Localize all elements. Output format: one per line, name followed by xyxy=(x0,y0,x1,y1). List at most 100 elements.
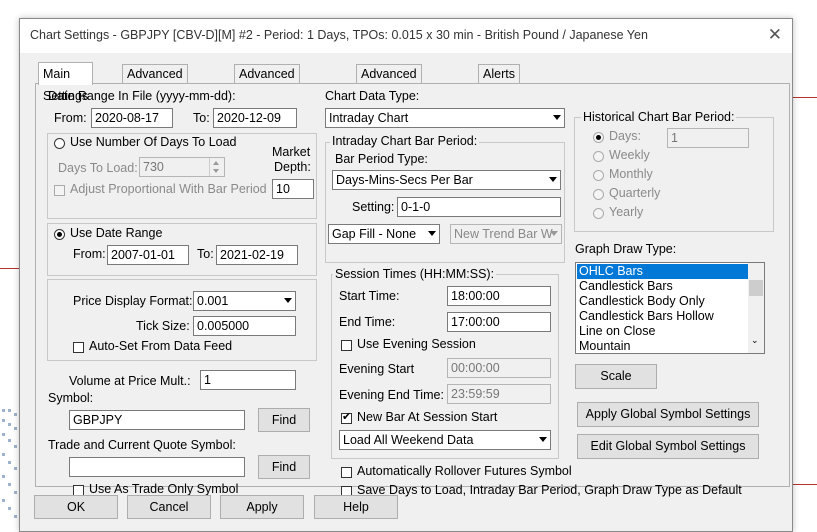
graph-draw-item-candlestick-hollow[interactable]: Candlestick Bars Hollow xyxy=(577,309,751,324)
historical-weekly-radio[interactable] xyxy=(593,151,604,162)
scale-button[interactable]: Scale xyxy=(575,364,657,389)
close-icon[interactable]: ✕ xyxy=(768,25,782,45)
ok-button[interactable]: OK xyxy=(34,495,118,519)
market-depth-label: Market xyxy=(272,145,311,159)
cancel-button[interactable]: Cancel xyxy=(127,495,211,519)
scrollbar-thumb[interactable] xyxy=(749,280,763,296)
tab-alerts[interactable]: Alerts xyxy=(478,64,520,84)
bar-period-setting-field[interactable]: 0-1-0 xyxy=(397,197,561,217)
graph-draw-scrollbar[interactable]: ⌄ xyxy=(748,263,764,353)
rollover-futures-checkbox[interactable] xyxy=(341,467,352,478)
historical-days-label: Days: xyxy=(609,129,641,143)
historical-yearly-label: Yearly xyxy=(609,205,644,219)
use-date-range-radio[interactable] xyxy=(54,229,65,240)
range-from-label: From: xyxy=(73,247,106,261)
volume-mult-label: Volume at Price Mult.: xyxy=(69,374,191,388)
market-depth-field[interactable]: 10 xyxy=(272,179,314,199)
days-to-load-spinner[interactable]: 730 xyxy=(139,157,225,177)
tick-size-field[interactable]: 0.005000 xyxy=(193,316,296,336)
chevron-down-icon xyxy=(539,437,547,442)
weekend-data-select[interactable]: Load All Weekend Data xyxy=(339,430,551,450)
graph-draw-item-candlestick-body[interactable]: Candlestick Body Only xyxy=(577,294,751,309)
tab-main-settings[interactable]: Main Settings xyxy=(38,62,94,103)
historical-monthly-label: Monthly xyxy=(609,167,653,181)
graph-draw-type-list[interactable]: OHLC Bars Candlestick Bars Candlestick B… xyxy=(575,262,765,354)
help-button[interactable]: Help xyxy=(314,495,398,519)
date-range-from-field[interactable]: 2020-08-17 xyxy=(91,108,173,128)
chart-settings-dialog: Chart Settings - GBPJPY [CBV-D][M] #2 - … xyxy=(19,18,793,532)
tick-size-label: Tick Size: xyxy=(136,319,190,333)
new-bar-session-checkbox[interactable] xyxy=(341,410,352,424)
graph-draw-item-candlestick[interactable]: Candlestick Bars xyxy=(577,279,751,294)
end-time-field[interactable]: 17:00:00 xyxy=(447,312,551,332)
background-red-line xyxy=(791,484,817,485)
adjust-proportional-checkbox[interactable] xyxy=(54,185,65,196)
weekend-data-value: Load All Weekend Data xyxy=(343,433,474,447)
trade-symbol-field[interactable] xyxy=(69,457,245,477)
chevron-down-icon xyxy=(550,231,558,236)
desktop-background: { "window": { "title": "Chart Settings -… xyxy=(0,0,817,532)
auto-set-checkbox[interactable] xyxy=(73,342,84,353)
new-trend-bar-value: New Trend Bar W xyxy=(454,227,553,241)
new-bar-session-label: New Bar At Session Start xyxy=(357,410,498,424)
intraday-bar-period-label: Intraday Chart Bar Period: xyxy=(330,134,480,148)
price-display-format-select[interactable]: 0.001 xyxy=(193,291,296,311)
bar-period-setting-label: Setting: xyxy=(352,200,395,214)
historical-days-radio[interactable] xyxy=(593,132,604,143)
date-range-to-field[interactable]: 2020-12-09 xyxy=(213,108,297,128)
apply-global-symbol-button[interactable]: Apply Global Symbol Settings xyxy=(577,402,759,427)
chevron-down-icon[interactable]: ⌄ xyxy=(751,335,759,346)
chevron-down-icon xyxy=(284,298,292,303)
symbol-field[interactable]: GBPJPY xyxy=(69,410,245,430)
tab-advanced-settings-2[interactable]: Advanced Settings 2 xyxy=(234,64,300,100)
evening-end-field[interactable]: 23:59:59 xyxy=(447,384,551,404)
tab-advanced-settings-3[interactable]: Advanced Settings 3 xyxy=(356,64,422,100)
bar-period-type-select[interactable]: Days-Mins-Secs Per Bar xyxy=(332,170,561,190)
bar-period-type-label: Bar Period Type: xyxy=(335,152,428,166)
historical-days-field[interactable]: 1 xyxy=(667,128,749,148)
chart-data-type-value: Intraday Chart xyxy=(329,111,409,125)
tab-advanced-settings[interactable]: Advanced Settings xyxy=(122,64,188,100)
historical-quarterly-radio[interactable] xyxy=(593,189,604,200)
trade-symbol-find-button[interactable]: Find xyxy=(258,455,310,479)
chevron-down-icon xyxy=(553,115,561,120)
start-time-label: Start Time: xyxy=(339,289,400,303)
range-to-label: To: xyxy=(197,247,214,261)
session-times-label: Session Times (HH:MM:SS): xyxy=(333,267,497,281)
evening-start-field[interactable]: 00:00:00 xyxy=(447,358,551,378)
symbol-find-button[interactable]: Find xyxy=(258,408,310,432)
background-red-line xyxy=(0,268,19,269)
historical-monthly-radio[interactable] xyxy=(593,170,604,181)
evening-start-label: Evening Start xyxy=(339,362,415,376)
chart-data-type-select[interactable]: Intraday Chart xyxy=(325,108,565,128)
start-time-field[interactable]: 18:00:00 xyxy=(447,286,551,306)
use-days-label: Use Number Of Days To Load xyxy=(70,135,237,149)
chevron-down-icon xyxy=(428,231,436,236)
gap-fill-value: Gap Fill - None xyxy=(332,227,417,241)
bar-period-type-value: Days-Mins-Secs Per Bar xyxy=(336,173,473,187)
gap-fill-select[interactable]: Gap Fill - None xyxy=(328,224,440,244)
adjust-proportional-label: Adjust Proportional With Bar Period xyxy=(70,182,267,196)
price-display-format-value: 0.001 xyxy=(197,294,229,308)
use-evening-session-checkbox[interactable] xyxy=(341,340,352,351)
graph-draw-item-mountain[interactable]: Mountain xyxy=(577,339,751,353)
rollover-futures-label: Automatically Rollover Futures Symbol xyxy=(357,464,572,478)
spinner-arrows-icon[interactable] xyxy=(209,158,224,176)
edit-global-symbol-button[interactable]: Edit Global Symbol Settings xyxy=(577,434,759,459)
use-date-range-label: Use Date Range xyxy=(70,226,163,240)
symbol-label: Symbol: xyxy=(48,391,94,405)
auto-set-label: Auto-Set From Data Feed xyxy=(89,339,233,353)
graph-draw-type-label: Graph Draw Type: xyxy=(575,242,677,256)
graph-draw-item-ohlc[interactable]: OHLC Bars xyxy=(577,264,751,279)
apply-button[interactable]: Apply xyxy=(220,495,304,519)
trade-only-label: Use As Trade Only Symbol xyxy=(89,482,239,496)
graph-draw-item-line-on-close[interactable]: Line on Close xyxy=(577,324,751,339)
new-trend-bar-select[interactable]: New Trend Bar W xyxy=(450,224,562,244)
range-from-field[interactable]: 2007-01-01 xyxy=(107,245,189,265)
range-to-field[interactable]: 2021-02-19 xyxy=(216,245,298,265)
historical-yearly-radio[interactable] xyxy=(593,208,604,219)
end-time-label: End Time: xyxy=(339,315,396,329)
date-range-to-label: To: xyxy=(193,111,210,125)
use-days-radio[interactable] xyxy=(54,138,65,149)
volume-mult-field[interactable]: 1 xyxy=(200,370,296,390)
